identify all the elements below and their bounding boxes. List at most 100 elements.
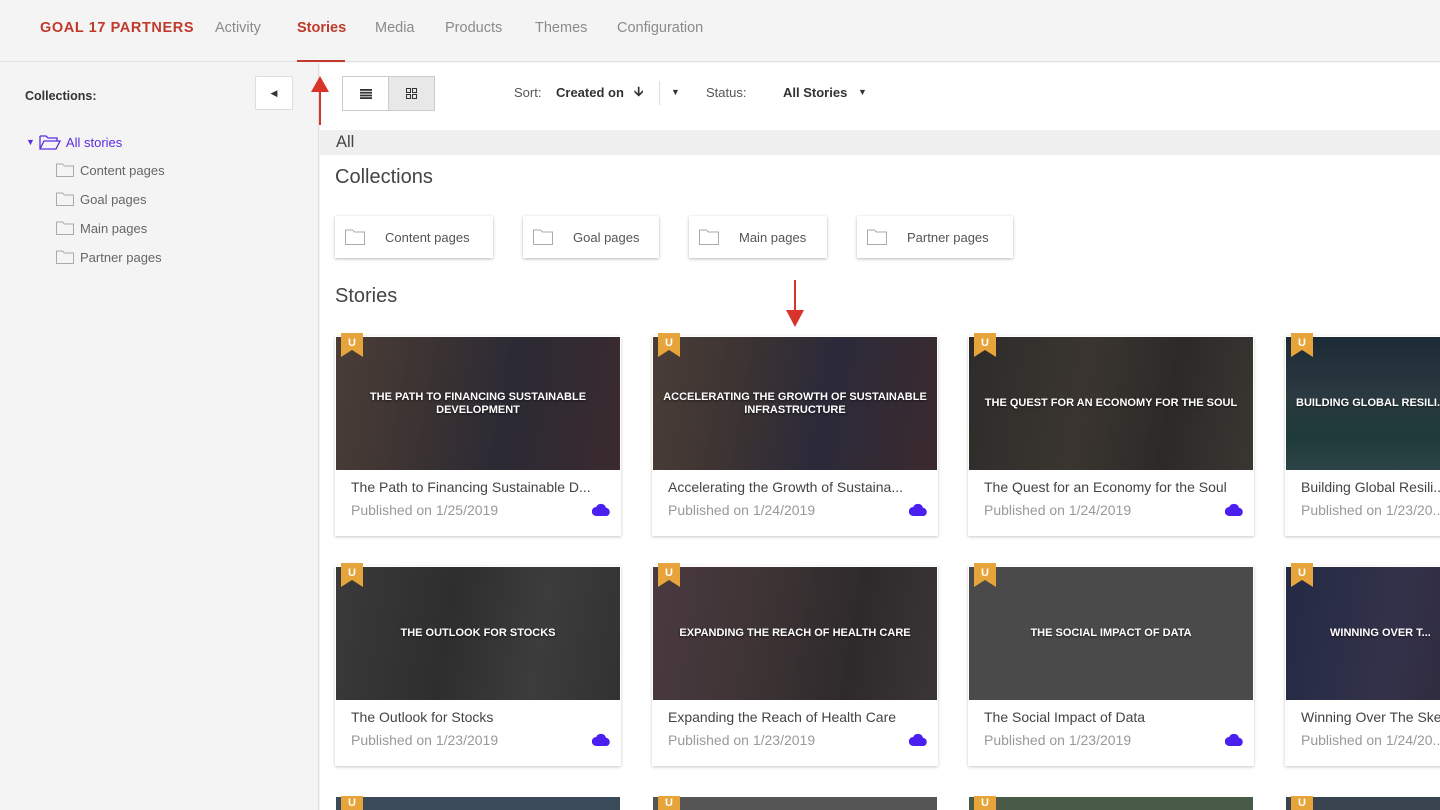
tree-item-label: Partner pages: [80, 249, 162, 265]
folder-icon: [56, 221, 74, 235]
cloud-icon: [1225, 503, 1243, 516]
story-thumbnail[interactable]: EXPANDING THE REACH OF HEALTH CARE: [653, 567, 937, 700]
tree-item-content-pages[interactable]: Content pages: [56, 161, 165, 179]
thumbnail-title: THE OUTLOOK FOR STOCKS: [400, 627, 556, 639]
story-card[interactable]: U: [335, 796, 621, 810]
all-header-bar: All: [320, 130, 1440, 155]
story-title: Winning Over The Ske...: [1301, 709, 1440, 725]
story-thumbnail[interactable]: [336, 797, 620, 810]
stories-heading: Stories: [335, 285, 398, 307]
tree-item-main-pages[interactable]: Main pages: [56, 219, 147, 237]
badge-letter: U: [1298, 567, 1306, 579]
sidebar: Collections: ◀ ▼ All stories Content pag…: [0, 63, 319, 810]
bookmark-badge-icon: U: [341, 333, 363, 357]
story-title: Expanding the Reach of Health Care: [668, 709, 897, 725]
bookmark-badge-icon: U: [341, 796, 363, 810]
story-card[interactable]: THE PATH TO FINANCING SUSTAINABLE DEVELO…: [335, 333, 621, 536]
tab-configuration[interactable]: Configuration: [617, 20, 703, 36]
caret-down-icon[interactable]: ▼: [26, 137, 35, 147]
story-card[interactable]: U: [968, 796, 1254, 810]
folder-icon: [56, 192, 74, 206]
story-thumbnail[interactable]: [653, 797, 937, 810]
collection-card-main-pages[interactable]: Main pages: [689, 216, 827, 258]
bookmark-badge-icon: U: [974, 796, 996, 810]
badge-letter: U: [348, 337, 356, 349]
tab-stories[interactable]: Stories: [297, 20, 346, 36]
bookmark-badge-icon: U: [658, 796, 680, 810]
story-card[interactable]: THE QUEST FOR AN ECONOMY FOR THE SOUL U …: [968, 333, 1254, 536]
collection-card-content-pages[interactable]: Content pages: [335, 216, 493, 258]
story-thumbnail[interactable]: THE OUTLOOK FOR STOCKS: [336, 567, 620, 700]
story-card[interactable]: U: [1285, 796, 1440, 810]
story-card[interactable]: U: [652, 796, 938, 810]
story-thumbnail[interactable]: THE SOCIAL IMPACT OF DATA: [969, 567, 1253, 700]
story-title: Building Global Resili...: [1301, 479, 1440, 495]
arrow-down-icon[interactable]: 🡫: [634, 83, 643, 105]
story-card[interactable]: THE OUTLOOK FOR STOCKS U The Outlook for…: [335, 563, 621, 766]
cloud-icon: [909, 733, 927, 746]
story-card[interactable]: EXPANDING THE REACH OF HEALTH CARE U Exp…: [652, 563, 938, 766]
chevron-left-icon: ◀: [270, 88, 278, 98]
collection-label: Content pages: [385, 229, 470, 245]
story-thumbnail[interactable]: [969, 797, 1253, 810]
badge-letter: U: [665, 797, 673, 809]
story-published-date: Published on 1/25/2019: [351, 502, 499, 518]
story-thumbnail[interactable]: ACCELERATING THE GROWTH OF SUSTAINABLE I…: [653, 337, 937, 470]
tab-activity[interactable]: Activity: [215, 20, 261, 36]
status-label: Status:: [706, 85, 747, 100]
bookmark-badge-icon: U: [658, 333, 680, 357]
status-select[interactable]: All Stories: [783, 85, 847, 100]
story-thumbnail[interactable]: THE QUEST FOR AN ECONOMY FOR THE SOUL: [969, 337, 1253, 470]
list-view-icon: [359, 88, 372, 99]
badge-letter: U: [348, 797, 356, 809]
bookmark-badge-icon: U: [1291, 796, 1313, 810]
tab-themes[interactable]: Themes: [535, 20, 587, 36]
bookmark-badge-icon: U: [658, 563, 680, 587]
folder-icon: [56, 250, 74, 264]
collapse-sidebar-button[interactable]: ◀: [255, 76, 293, 110]
tab-products[interactable]: Products: [445, 20, 502, 36]
thumbnail-title: BUILDING GLOBAL RESILI... OCEA...: [1296, 397, 1440, 409]
folder-icon: [699, 229, 719, 245]
bookmark-badge-icon: U: [1291, 563, 1313, 587]
story-card[interactable]: BUILDING GLOBAL RESILI... OCEA... U Buil…: [1285, 333, 1440, 536]
story-title: The Quest for an Economy for the Soul: [984, 479, 1227, 495]
collection-card-goal-pages[interactable]: Goal pages: [523, 216, 659, 258]
sort-select[interactable]: Created on: [556, 85, 624, 100]
tree-item-goal-pages[interactable]: Goal pages: [56, 190, 147, 208]
thumbnail-title: THE QUEST FOR AN ECONOMY FOR THE SOUL: [984, 397, 1238, 409]
badge-letter: U: [1298, 797, 1306, 809]
bookmark-badge-icon: U: [1291, 333, 1313, 357]
tree-item-label: Goal pages: [80, 191, 147, 207]
story-published-date: Published on 1/23/2019: [351, 732, 499, 748]
active-tab-indicator: [297, 60, 345, 62]
tab-media[interactable]: Media: [375, 20, 415, 36]
story-thumbnail[interactable]: THE PATH TO FINANCING SUSTAINABLE DEVELO…: [336, 337, 620, 470]
story-title: The Social Impact of Data: [984, 709, 1146, 725]
cloud-icon: [592, 503, 610, 516]
collection-card-partner-pages[interactable]: Partner pages: [857, 216, 1013, 258]
folder-icon: [56, 163, 74, 177]
top-nav: GOAL 17 PARTNERS Activity Stories Media …: [0, 0, 1440, 62]
story-published-date: Published on 1/23/2019: [984, 732, 1132, 748]
story-published-date: Published on 1/23/20...: [1301, 502, 1440, 518]
story-title: Accelerating the Growth of Sustaina...: [668, 479, 904, 495]
story-title: The Outlook for Stocks: [351, 709, 494, 725]
annotation-arrow-down-icon: [786, 280, 804, 327]
sort-options-dropdown[interactable]: ▼: [671, 87, 680, 97]
grid-view-button[interactable]: [388, 76, 435, 111]
cloud-icon: [592, 733, 610, 746]
folder-icon: [345, 229, 365, 245]
brand-logo[interactable]: GOAL 17 PARTNERS: [40, 20, 194, 36]
caret-down-icon[interactable]: ▼: [858, 87, 867, 97]
bookmark-badge-icon: U: [341, 563, 363, 587]
collection-label: Partner pages: [907, 229, 989, 245]
sidebar-title: Collections:: [25, 89, 97, 103]
list-view-button[interactable]: [342, 76, 389, 111]
tree-item-all-stories[interactable]: ▼ All stories: [26, 133, 122, 151]
story-card[interactable]: ACCELERATING THE GROWTH OF SUSTAINABLE I…: [652, 333, 938, 536]
badge-letter: U: [348, 567, 356, 579]
tree-item-partner-pages[interactable]: Partner pages: [56, 248, 162, 266]
story-card[interactable]: THE SOCIAL IMPACT OF DATA U The Social I…: [968, 563, 1254, 766]
story-card[interactable]: WINNING OVER T... U Winning Over The Ske…: [1285, 563, 1440, 766]
